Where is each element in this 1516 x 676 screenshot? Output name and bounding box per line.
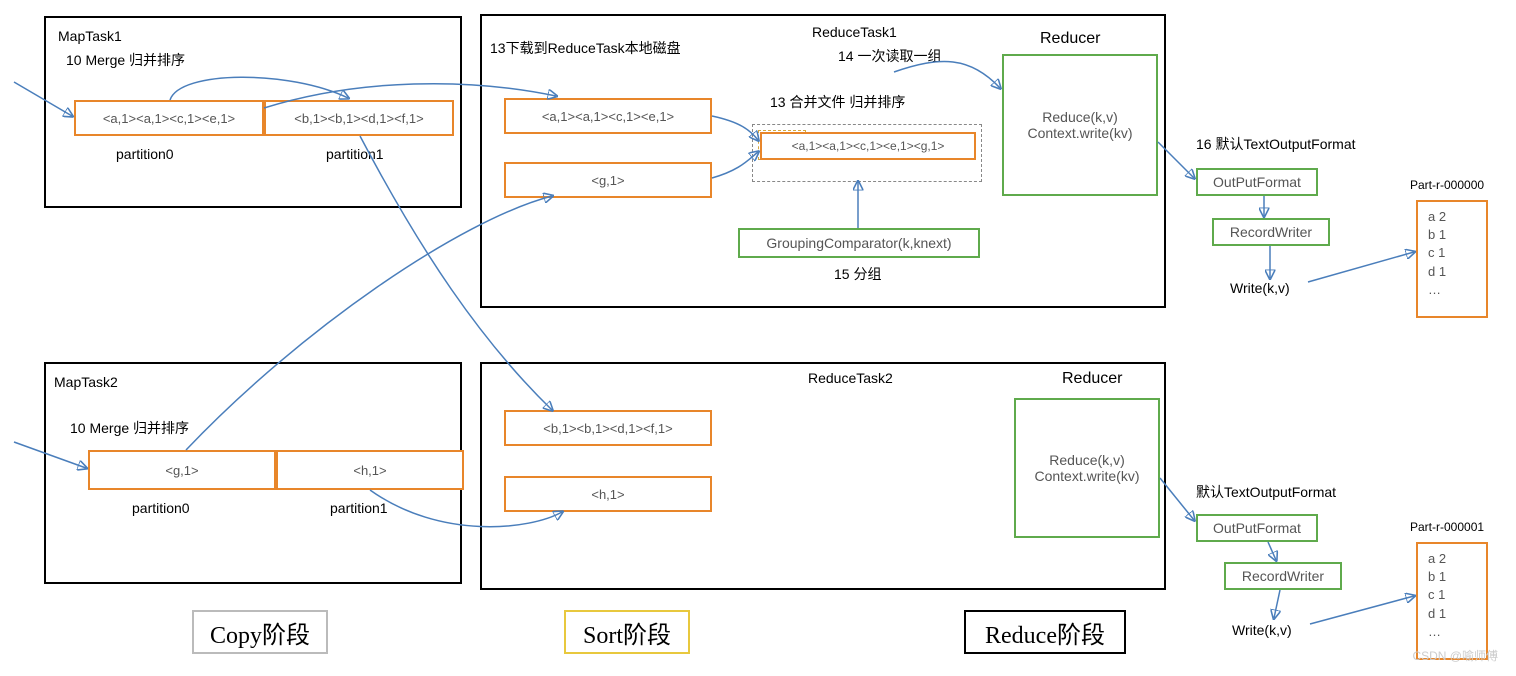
file1-line: b 1 [1428,226,1446,244]
reducetask1-read-label: 14 一次读取一组 [838,46,941,66]
maptask1-partition0: <a,1><a,1><c,1><e,1> [74,100,264,136]
output1-write: Write(k,v) [1230,280,1290,296]
file1-line: a 2 [1428,208,1446,226]
output1-opf: OutPutFormat [1196,168,1318,196]
maptask1-partition1: <b,1><b,1><d,1><f,1> [264,100,454,136]
watermark: CSDN @喻师傅 [1412,647,1498,664]
maptask2-partition0: <g,1> [88,450,276,490]
copy-phase-tag: Copy阶段 [192,610,328,654]
output2-file-title: Part-r-000001 [1410,520,1484,534]
maptask2-partition1: <h,1> [276,450,464,490]
maptask1-merge-label: 10 Merge 归并排序 [66,50,185,70]
file1-line: d 1 [1428,263,1446,281]
maptask2-p0-label: partition0 [132,500,190,516]
reducetask1-merged: <a,1><a,1><c,1><e,1><g,1> [760,132,976,160]
grouping-comparator-box: GroupingComparator(k,knext) [738,228,980,258]
reducetask1-reducer-box: Reduce(k,v) Context.write(kv) [1002,54,1158,196]
maptask2-p1-label: partition1 [330,500,388,516]
reducer2-line1: Reduce(k,v) [1049,452,1124,468]
output2-opf: OutPutFormat [1196,514,1318,542]
file1-line: c 1 [1428,244,1446,262]
output2-file-box: a 2 b 1 c 1 d 1 … [1416,542,1488,660]
file1-line: … [1428,281,1446,299]
file2-line: … [1428,623,1446,641]
reducer1-line2: Context.write(kv) [1027,125,1132,141]
file2-line: d 1 [1428,605,1446,623]
maptask1-p1-label: partition1 [326,146,384,162]
file2-line: a 2 [1428,550,1446,568]
reducetask1-title: ReduceTask1 [812,24,897,40]
reducetask2-title: ReduceTask2 [808,370,893,386]
maptask2-title: MapTask2 [54,374,118,390]
group-label: 15 分组 [834,264,881,284]
output2-def-label: 默认TextOutputFormat [1196,482,1336,502]
maptask1-p0-label: partition0 [116,146,174,162]
sort-phase-tag: Sort阶段 [564,610,690,654]
reducetask2-reducer-title: Reducer [1062,370,1122,388]
file2-line: c 1 [1428,586,1446,604]
output1-file-box: a 2 b 1 c 1 d 1 … [1416,200,1488,318]
reducetask1-reducer-title: Reducer [1040,30,1100,48]
output2-rw: RecordWriter [1224,562,1342,590]
reducetask2-reducer-box: Reduce(k,v) Context.write(kv) [1014,398,1160,538]
reducer1-line1: Reduce(k,v) [1042,109,1117,125]
output1-def-label: 16 默认TextOutputFormat [1196,134,1356,154]
reducetask1-cell2: <g,1> [504,162,712,198]
diagram-root: MapTask1 10 Merge 归并排序 <a,1><a,1><c,1><e… [0,0,1516,676]
reducetask1-merge-label: 13 合并文件 归并排序 [770,92,905,112]
reducetask2-cell1: <b,1><b,1><d,1><f,1> [504,410,712,446]
reducetask1-download-label: 13下载到ReduceTask本地磁盘 [490,38,681,58]
reducer2-line2: Context.write(kv) [1034,468,1139,484]
output1-rw: RecordWriter [1212,218,1330,246]
output1-file-title: Part-r-000000 [1410,178,1484,192]
output2-write: Write(k,v) [1232,622,1292,638]
maptask2-merge-label: 10 Merge 归并排序 [70,418,189,438]
maptask1-title: MapTask1 [58,28,122,44]
output1-file-lines: a 2 b 1 c 1 d 1 … [1418,202,1446,299]
output2-file-lines: a 2 b 1 c 1 d 1 … [1418,544,1446,641]
reducetask2-cell2: <h,1> [504,476,712,512]
reduce-phase-tag: Reduce阶段 [964,610,1126,654]
reducetask1-cell1: <a,1><a,1><c,1><e,1> [504,98,712,134]
file2-line: b 1 [1428,568,1446,586]
